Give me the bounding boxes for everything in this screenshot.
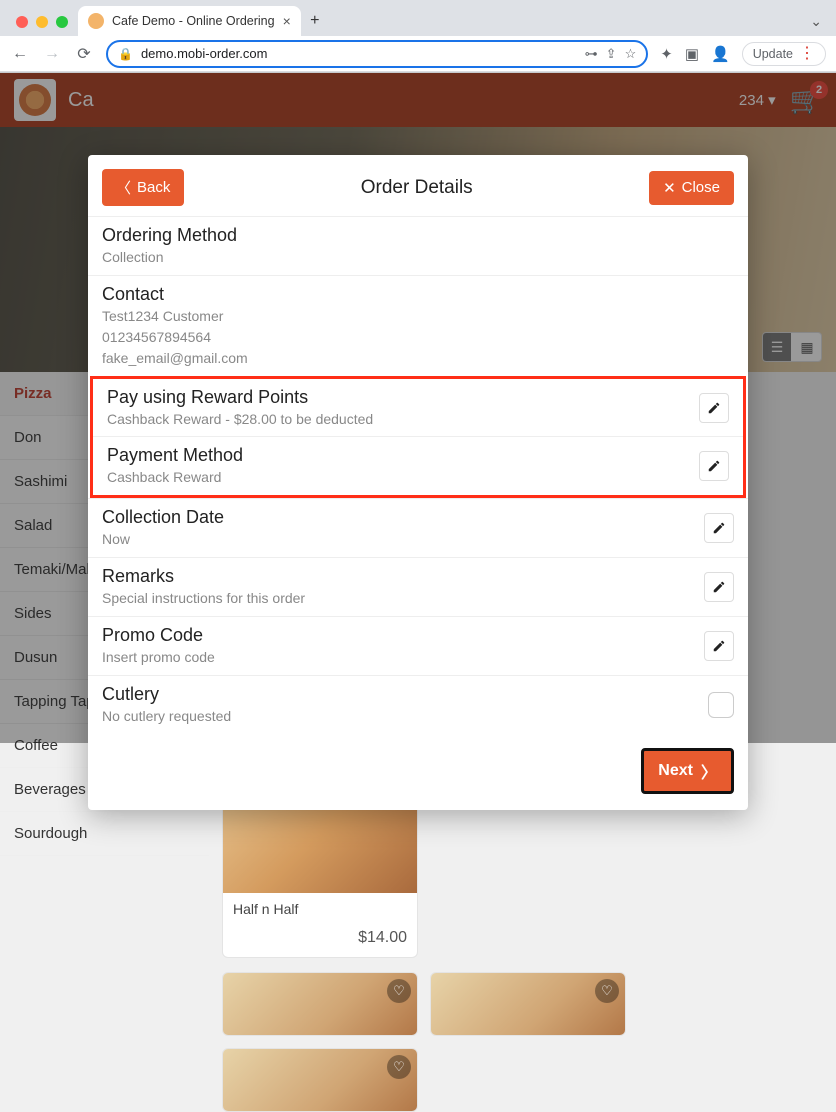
section-cutlery: Cutlery No cutlery requested (88, 675, 748, 734)
modal-footer: Next 〉 (88, 734, 748, 794)
pencil-icon (707, 401, 721, 415)
highlighted-sections: Pay using Reward Points Cashback Reward … (90, 376, 746, 499)
nav-forward-button: → (42, 45, 62, 63)
nav-back-button[interactable]: ← (10, 45, 30, 63)
next-button[interactable]: Next 〉 (641, 748, 734, 794)
pencil-icon (707, 459, 721, 473)
update-button[interactable]: Update ⋮ (742, 42, 826, 66)
section-sub: Cashback Reward (107, 468, 729, 487)
tab-title: Cafe Demo - Online Ordering (112, 14, 275, 28)
section-sub: Cashback Reward - $28.00 to be deducted (107, 410, 729, 429)
section-remarks: Remarks Special instructions for this or… (88, 557, 748, 616)
contact-name: Test1234 Customer (102, 307, 734, 326)
favorite-icon[interactable]: ♡ (387, 1055, 411, 1079)
section-title: Cutlery (102, 684, 734, 705)
edit-reward-button[interactable] (699, 393, 729, 423)
kebab-icon[interactable]: ⋮ (799, 49, 815, 59)
extension-area: ✦ ▣ 👤 Update ⋮ (660, 42, 826, 66)
section-title: Pay using Reward Points (107, 387, 729, 408)
section-title: Contact (102, 284, 734, 305)
url-text: demo.mobi-order.com (141, 46, 267, 61)
section-ordering-method: Ordering Method Collection (88, 216, 748, 275)
product-card[interactable]: ♡ (222, 972, 418, 1036)
section-sub: Insert promo code (102, 648, 734, 667)
panel-icon[interactable]: ▣ (685, 45, 699, 63)
tabstrip-chevron-icon[interactable]: ⌄ (810, 13, 836, 36)
update-label: Update (753, 47, 793, 61)
window-minimize-icon[interactable] (36, 16, 48, 28)
key-icon[interactable]: ⊶ (585, 46, 598, 62)
sidebar-item-sourdough[interactable]: Sourdough (0, 812, 209, 856)
favorite-icon[interactable]: ♡ (387, 979, 411, 1003)
browser-toolbar: ← → ⟳ 🔒 demo.mobi-order.com ⊶ ⇪ ☆ ✦ ▣ 👤 … (0, 36, 836, 72)
close-label: Close (682, 179, 720, 196)
url-bar[interactable]: 🔒 demo.mobi-order.com ⊶ ⇪ ☆ (106, 40, 648, 68)
tab-strip: Cafe Demo - Online Ordering × + ⌄ (0, 0, 836, 36)
profile-icon[interactable]: 👤 (711, 45, 730, 63)
back-label: Back (137, 179, 170, 196)
section-promo-code: Promo Code Insert promo code (88, 616, 748, 675)
star-icon[interactable]: ☆ (625, 46, 637, 62)
product-price: $14.00 (223, 925, 417, 957)
modal-header: 〈 Back Order Details ✕ Close (88, 155, 748, 216)
product-card[interactable]: ♡ (430, 972, 626, 1036)
window-controls[interactable] (10, 16, 78, 36)
section-sub: Special instructions for this order (102, 589, 734, 608)
pencil-icon (712, 521, 726, 535)
favicon-icon (88, 13, 104, 29)
product-title: Half n Half (233, 901, 407, 917)
section-title: Ordering Method (102, 225, 734, 246)
contact-email: fake_email@gmail.com (102, 349, 734, 368)
section-sub: Now (102, 530, 734, 549)
extensions-icon[interactable]: ✦ (660, 45, 673, 63)
app-root: Ca 234 ▾ 🛒 2 Pizza Don Sashimi Salad Tem… (0, 73, 836, 743)
window-close-icon[interactable] (16, 16, 28, 28)
close-button[interactable]: ✕ Close (649, 171, 734, 205)
edit-promo-button[interactable] (704, 631, 734, 661)
section-sub: Collection (102, 248, 734, 267)
pencil-icon (712, 639, 726, 653)
section-title: Remarks (102, 566, 734, 587)
browser-chrome: Cafe Demo - Online Ordering × + ⌄ ← → ⟳ … (0, 0, 836, 73)
section-payment-method: Payment Method Cashback Reward (93, 436, 743, 495)
edit-payment-button[interactable] (699, 451, 729, 481)
product-card[interactable]: ♡ (222, 1048, 418, 1112)
pencil-icon (712, 580, 726, 594)
lock-icon: 🔒 (118, 47, 133, 61)
share-icon[interactable]: ⇪ (606, 46, 617, 62)
section-title: Promo Code (102, 625, 734, 646)
cutlery-checkbox[interactable] (708, 692, 734, 718)
next-label: Next (658, 762, 693, 780)
nav-reload-button[interactable]: ⟳ (74, 44, 94, 64)
section-contact: Contact Test1234 Customer 01234567894564… (88, 275, 748, 376)
section-reward-points: Pay using Reward Points Cashback Reward … (93, 379, 743, 437)
section-sub: No cutlery requested (102, 707, 734, 726)
order-details-modal: 〈 Back Order Details ✕ Close Ordering Me… (88, 155, 748, 810)
chevron-left-icon: 〈 (116, 177, 131, 198)
close-icon: ✕ (663, 179, 676, 197)
back-button[interactable]: 〈 Back (102, 169, 184, 206)
section-title: Collection Date (102, 507, 734, 528)
section-collection-date: Collection Date Now (88, 498, 748, 557)
browser-tab[interactable]: Cafe Demo - Online Ordering × (78, 6, 301, 36)
modal-title: Order Details (184, 177, 649, 199)
new-tab-button[interactable]: + (301, 12, 329, 36)
tab-close-icon[interactable]: × (283, 13, 291, 29)
product-row-partial: ♡ ♡ ♡ (222, 972, 824, 1112)
edit-remarks-button[interactable] (704, 572, 734, 602)
chevron-right-icon: 〉 (701, 759, 717, 783)
section-title: Payment Method (107, 445, 729, 466)
window-maximize-icon[interactable] (56, 16, 68, 28)
contact-phone: 01234567894564 (102, 328, 734, 347)
edit-collection-button[interactable] (704, 513, 734, 543)
favorite-icon[interactable]: ♡ (595, 979, 619, 1003)
